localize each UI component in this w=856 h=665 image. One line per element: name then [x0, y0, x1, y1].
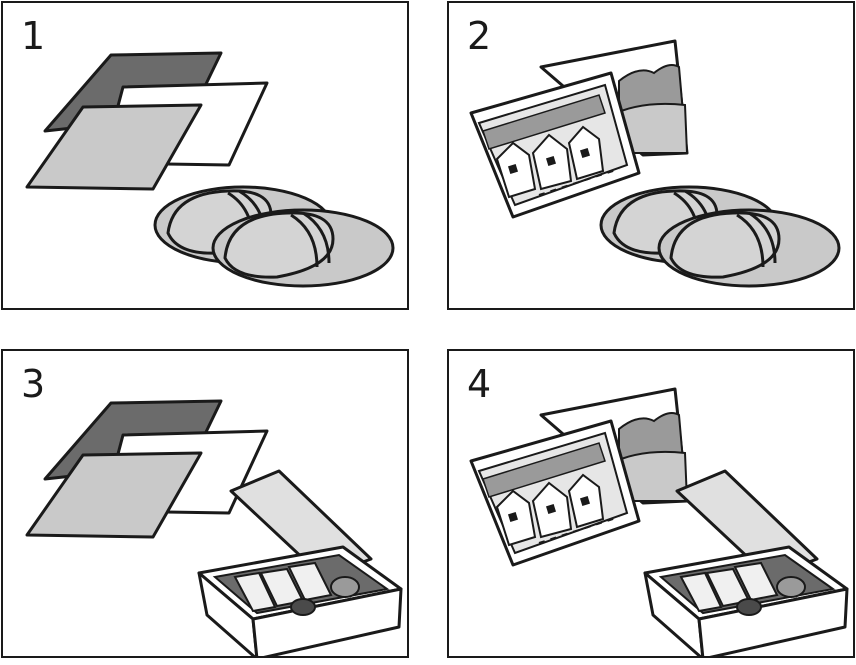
panel-3: 3 [1, 349, 409, 658]
panel-3-illustration [25, 399, 403, 656]
panel-4: 4 [447, 349, 855, 658]
panel-4-illustration [469, 387, 849, 656]
postcards-icon [469, 387, 689, 567]
towel-sheets-icon [25, 51, 269, 191]
panel-2-illustration [469, 39, 841, 288]
towel-sheets-icon [25, 399, 269, 539]
panel-1: 1 [1, 1, 409, 310]
panel-1-illustration [25, 51, 395, 288]
panel-2: 2 [447, 1, 855, 310]
slippers-icon [153, 185, 395, 288]
slippers-icon [599, 185, 841, 288]
